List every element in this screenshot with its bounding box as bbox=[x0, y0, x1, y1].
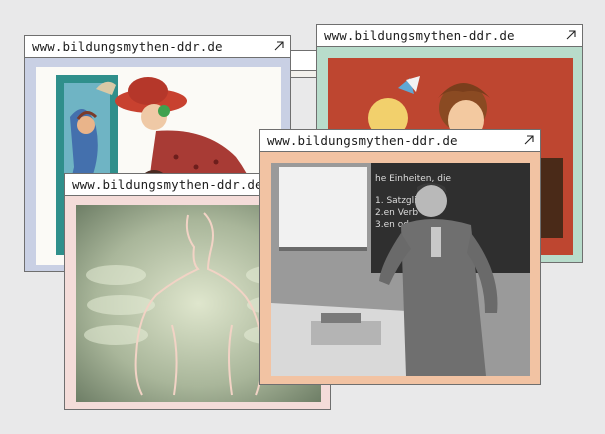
url-text: www.bildungsmythen-ddr.de bbox=[267, 133, 458, 148]
url-text: www.bildungsmythen-ddr.de bbox=[324, 28, 515, 43]
url-bar: www.bildungsmythen-ddr.de bbox=[317, 25, 582, 47]
browser-card-classroom[interactable]: www.bildungsmythen-ddr.de he Einheiten, … bbox=[259, 129, 541, 385]
url-text: www.bildungsmythen-ddr.de bbox=[72, 177, 263, 192]
classroom-photo: he Einheiten, die 1. Satzglie 2.en Verb … bbox=[271, 163, 530, 376]
url-bar: www.bildungsmythen-ddr.de bbox=[260, 130, 540, 152]
external-link-icon[interactable] bbox=[524, 135, 534, 145]
url-text: www.bildungsmythen-ddr.de bbox=[32, 39, 223, 54]
url-bar: www.bildungsmythen-ddr.de bbox=[25, 36, 290, 58]
blackboard-line: 2.en Verb bbox=[375, 208, 418, 218]
blackboard-heading: he Einheiten, die bbox=[375, 174, 451, 184]
external-link-icon[interactable] bbox=[274, 41, 284, 51]
external-link-icon[interactable] bbox=[566, 30, 576, 40]
